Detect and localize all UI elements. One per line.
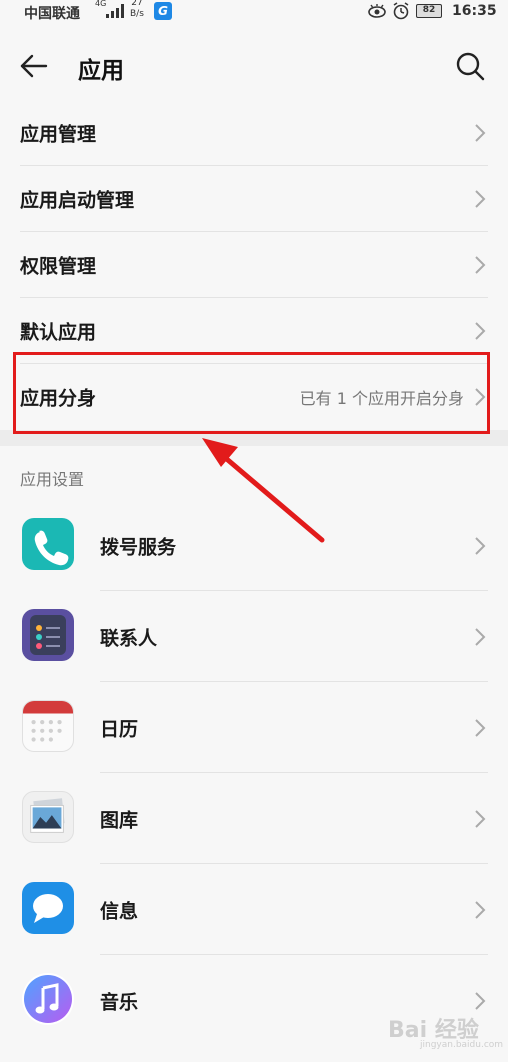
chevron-right-icon: [475, 991, 486, 1010]
notification-app-icon: G: [154, 2, 172, 20]
battery-icon: 82: [416, 4, 442, 18]
chevron-right-icon: [475, 256, 486, 274]
messages-icon: [22, 882, 74, 934]
eye-comfort-icon: [368, 4, 386, 18]
section-title: 应用设置: [20, 470, 85, 489]
chevron-right-icon: [475, 627, 486, 646]
app-bar: 应用: [0, 34, 508, 102]
app-label: 拨号服务: [100, 536, 177, 558]
app-row-messages[interactable]: 信息: [0, 864, 508, 955]
calendar-icon: [22, 700, 74, 752]
phone-icon: [22, 518, 74, 570]
app-row-dialer[interactable]: 拨号服务: [0, 500, 508, 591]
search-icon[interactable]: [454, 50, 486, 82]
carrier-label: 中国联通: [24, 6, 80, 22]
menu-item-label: 应用管理: [20, 123, 97, 146]
contacts-icon: [22, 609, 74, 661]
menu-item-app-management[interactable]: 应用管理: [0, 100, 508, 166]
clock: 16:35: [452, 3, 497, 19]
menu-item-label: 权限管理: [20, 255, 97, 278]
app-row-contacts[interactable]: 联系人: [0, 591, 508, 682]
status-bar: 中国联通 4G 27 B/s G 82 16:35: [0, 0, 508, 24]
watermark-url: jingyan.baidu.com: [420, 1040, 504, 1050]
menu-item-label: 应用启动管理: [20, 189, 135, 212]
app-label: 音乐: [100, 991, 139, 1013]
net-speed-unit: B/s: [130, 9, 144, 19]
net-speed: 27 B/s: [130, 0, 144, 20]
menu-item-app-launch[interactable]: 应用启动管理: [0, 166, 508, 232]
chevron-right-icon: [475, 809, 486, 828]
chevron-right-icon: [475, 900, 486, 919]
chevron-right-icon: [475, 536, 486, 555]
chevron-right-icon: [475, 124, 486, 142]
gallery-icon: [22, 791, 74, 843]
page-title: 应用: [78, 58, 124, 84]
chevron-right-icon: [475, 718, 486, 737]
app-label: 图库: [100, 809, 139, 831]
highlight-box: [13, 352, 490, 434]
chevron-right-icon: [475, 322, 486, 340]
app-label: 日历: [100, 718, 139, 740]
menu-item-permissions[interactable]: 权限管理: [0, 232, 508, 298]
app-label: 联系人: [100, 627, 158, 649]
menu-item-label: 默认应用: [20, 321, 97, 344]
alarm-icon: [393, 2, 409, 20]
signal-icon: [106, 4, 124, 18]
net-speed-value: 27: [131, 0, 143, 8]
app-row-gallery[interactable]: 图库: [0, 773, 508, 864]
back-arrow-icon[interactable]: [18, 50, 50, 82]
app-label: 信息: [100, 900, 139, 922]
music-icon: [22, 973, 74, 1025]
chevron-right-icon: [475, 190, 486, 208]
network-type: 4G: [95, 0, 107, 8]
app-row-calendar[interactable]: 日历: [0, 682, 508, 773]
